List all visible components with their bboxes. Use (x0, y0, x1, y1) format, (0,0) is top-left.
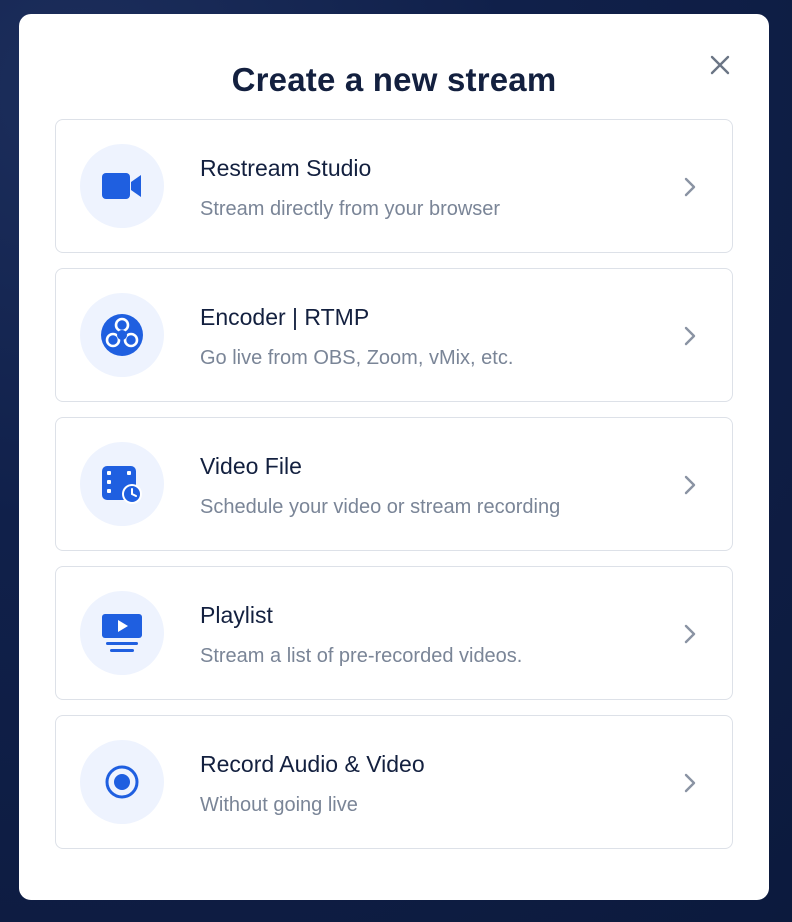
option-title: Video File (200, 453, 302, 479)
option-title: Restream Studio (200, 155, 372, 181)
chevron-right-icon (684, 624, 696, 644)
option-title: Playlist (200, 602, 273, 628)
chevron-right-icon (684, 177, 696, 197)
option-title: Record Audio & Video (200, 751, 425, 777)
option-title: Encoder | RTMP (200, 304, 370, 330)
obs-icon (101, 314, 143, 356)
option-description: Stream directly from your browser (200, 198, 501, 220)
modal-title: Create a new stream (231, 61, 557, 98)
option-icon-circle (80, 442, 164, 526)
chevron-right-icon (684, 773, 696, 793)
option-icon-circle (80, 740, 164, 824)
playlist-icon (102, 614, 142, 652)
option-description: Go live from OBS, Zoom, vMix, etc. (200, 347, 514, 369)
chevron-right-icon (684, 475, 696, 495)
option-icon-circle (80, 144, 164, 228)
option-icon-circle (80, 293, 164, 377)
stream-options-list: Restream Studio Stream directly from you… (55, 119, 733, 864)
option-description: Without going live (200, 794, 358, 816)
chevron-right-icon (684, 326, 696, 346)
video-camera-icon (102, 173, 141, 199)
option-icon-circle (80, 591, 164, 675)
close-icon (710, 55, 730, 75)
option-description: Stream a list of pre-recorded videos. (200, 645, 523, 667)
close-button[interactable] (707, 52, 733, 78)
create-stream-modal: Create a new stream Restream Studio Stre… (19, 14, 769, 900)
option-video-file[interactable]: Video File Schedule your video or stream… (55, 417, 733, 551)
option-restream-studio[interactable]: Restream Studio Stream directly from you… (55, 119, 733, 253)
option-encoder-rtmp[interactable]: Encoder | RTMP Go live from OBS, Zoom, v… (55, 268, 733, 402)
record-icon (105, 765, 139, 799)
option-record-audio-video[interactable]: Record Audio & Video Without going live (55, 715, 733, 849)
option-description: Schedule your video or stream recording (200, 496, 561, 518)
video-file-schedule-icon (102, 466, 142, 504)
option-playlist[interactable]: Playlist Stream a list of pre-recorded v… (55, 566, 733, 700)
